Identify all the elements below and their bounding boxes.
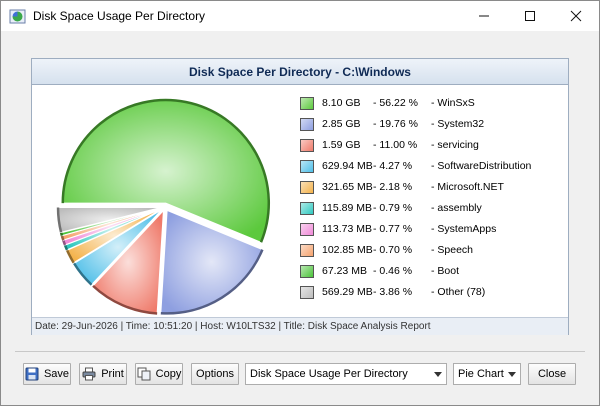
save-label: Save	[43, 368, 70, 380]
close-label: Close	[537, 368, 567, 380]
maximize-icon	[525, 11, 535, 21]
legend-item: 102.85 MB - 0.70 % - Speech	[300, 243, 568, 259]
minimize-icon	[479, 15, 489, 17]
legend-item: 8.10 GB - 56.22 % - WinSxS	[300, 96, 568, 112]
printer-icon	[82, 367, 96, 381]
legend-name: - Speech	[431, 244, 474, 256]
legend-percent: - 4.27 %	[373, 160, 413, 172]
legend-swatch	[300, 202, 314, 215]
legend-size: 629.94 MB	[322, 160, 373, 172]
legend-item: 2.85 GB - 19.76 % - System32	[300, 117, 568, 133]
app-icon	[9, 9, 26, 24]
report-type-select[interactable]: Disk Space Usage Per Directory	[245, 363, 447, 385]
chart-type-select[interactable]: Pie Chart	[453, 363, 521, 385]
chart-area: 8.10 GB - 56.22 % - WinSxS 2.85 GB - 19.76 %…	[32, 86, 568, 316]
legend-swatch	[300, 97, 314, 110]
legend-size: 569.29 MB	[322, 286, 373, 298]
legend-name: - WinSxS	[431, 97, 475, 109]
save-icon	[25, 367, 39, 381]
legend-size: 102.85 MB	[322, 244, 373, 256]
window-title: Disk Space Usage Per Directory	[33, 9, 206, 23]
report-title: Disk Space Per Directory - C:\Windows	[32, 59, 568, 85]
legend-swatch	[300, 118, 314, 131]
save-button[interactable]: Save	[23, 363, 71, 385]
legend-item: 115.89 MB - 0.79 % - assembly	[300, 201, 568, 217]
legend-size: 321.65 MB	[322, 181, 373, 193]
chart-type-value: Pie Chart	[458, 368, 504, 380]
pie-slice-edge	[59, 232, 64, 236]
legend-item: 67.23 MB - 0.46 % - Boot	[300, 264, 568, 280]
separator	[15, 351, 585, 352]
pie-slice-edge	[60, 235, 65, 241]
legend-percent: - 0.79 %	[373, 202, 413, 214]
legend-swatch	[300, 244, 314, 257]
legend-percent: - 19.76 %	[373, 118, 418, 130]
legend-swatch	[300, 181, 314, 194]
legend-name: - SystemApps	[431, 223, 497, 235]
close-button[interactable]: Close	[528, 363, 576, 385]
legend-swatch	[300, 265, 314, 278]
legend-size: 67.23 MB	[322, 265, 367, 277]
legend-name: - SoftwareDistribution	[431, 160, 532, 172]
pie-slice-edge	[62, 239, 67, 246]
legend-percent: - 0.77 %	[373, 223, 413, 235]
close-icon	[570, 10, 582, 22]
legend-percent: - 0.46 %	[373, 265, 413, 277]
legend-percent: - 11.00 %	[373, 139, 418, 151]
report-panel: Disk Space Per Directory - C:\Windows 8.…	[31, 58, 569, 335]
legend-name: - System32	[431, 118, 485, 130]
legend-swatch	[300, 223, 314, 236]
legend-size: 1.59 GB	[322, 139, 361, 151]
legend-name: - Boot	[431, 265, 460, 277]
legend-item: 1.59 GB - 11.00 % - servicing	[300, 138, 568, 154]
legend-percent: - 56.22 %	[373, 97, 418, 109]
legend-size: 8.10 GB	[322, 97, 361, 109]
chevron-down-icon	[508, 372, 516, 377]
legend-item: 321.65 MB - 2.18 % - Microsoft.NET	[300, 180, 568, 196]
legend-item: 113.73 MB - 0.77 % - SystemApps	[300, 222, 568, 238]
pie-chart	[56, 98, 271, 315]
report-type-value: Disk Space Usage Per Directory	[250, 368, 408, 380]
copy-icon	[137, 367, 151, 381]
legend-size: 113.73 MB	[322, 223, 373, 235]
legend-size: 2.85 GB	[322, 118, 361, 130]
legend-name: - servicing	[431, 139, 479, 151]
status-bar: Date: 29-Jun-2026 | Time: 10:51:20 | Hos…	[32, 317, 568, 335]
maximize-button[interactable]	[507, 1, 553, 31]
print-label: Print	[101, 368, 124, 380]
chevron-down-icon	[434, 372, 442, 377]
legend-name: - assembly	[431, 202, 482, 214]
legend-swatch	[300, 139, 314, 152]
print-button[interactable]: Print	[79, 363, 127, 385]
close-window-button[interactable]	[553, 1, 599, 31]
legend-name: - Other (78)	[431, 286, 486, 298]
legend-swatch	[300, 286, 314, 299]
legend-percent: - 3.86 %	[373, 286, 413, 298]
title-bar: Disk Space Usage Per Directory	[1, 1, 599, 31]
copy-label: Copy	[155, 368, 182, 380]
minimize-button[interactable]	[461, 1, 507, 31]
legend-percent: - 0.70 %	[373, 244, 413, 256]
legend-item: 629.94 MB - 4.27 % - SoftwareDistribution	[300, 159, 568, 175]
options-label: Options	[196, 368, 234, 380]
copy-button[interactable]: Copy	[135, 363, 183, 385]
legend-swatch	[300, 160, 314, 173]
app-window: Disk Space Usage Per Directory Disk Spac…	[0, 0, 600, 406]
legend-size: 115.89 MB	[322, 202, 373, 214]
legend-name: - Microsoft.NET	[431, 181, 504, 193]
options-button[interactable]: Options	[191, 363, 239, 385]
legend-item: 569.29 MB - 3.86 % - Other (78)	[300, 285, 568, 301]
legend-percent: - 2.18 %	[373, 181, 413, 193]
